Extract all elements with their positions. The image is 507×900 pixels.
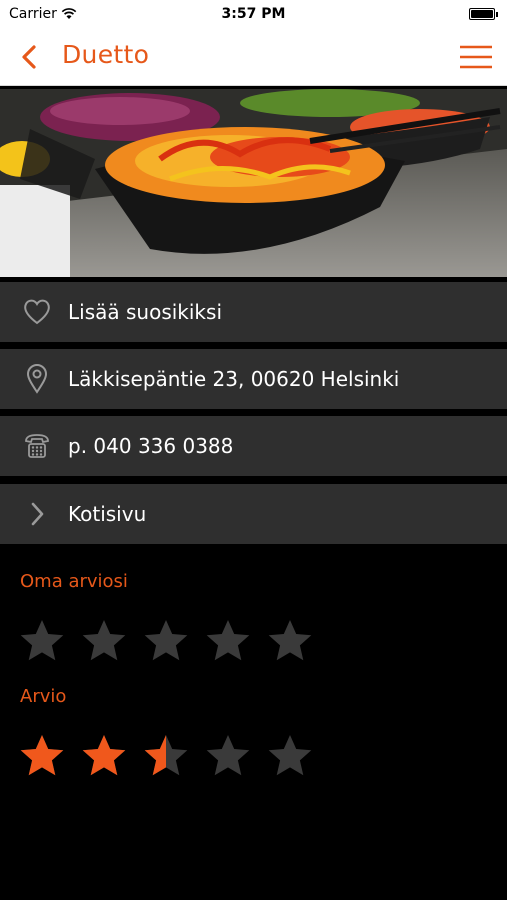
back-chevron-icon[interactable] (18, 42, 40, 72)
favorite-label: Lisää suosikiksi (68, 300, 222, 324)
star-icon[interactable] (18, 617, 66, 665)
star-icon[interactable] (266, 617, 314, 665)
star-icon (82, 735, 126, 776)
star-icon[interactable] (204, 617, 252, 665)
favorite-row[interactable]: Lisää suosikiksi (0, 282, 507, 342)
phone-row[interactable]: p. 040 336 0388 (0, 416, 507, 476)
own-rating-stars[interactable] (18, 617, 314, 665)
chevron-right-icon (22, 499, 52, 529)
average-rating-stars (18, 732, 314, 780)
address-row[interactable]: Läkkisepäntie 23, 00620 Helsinki (0, 349, 507, 409)
page-title: Duetto (62, 40, 150, 69)
star-icon (144, 735, 188, 776)
star-icon (206, 735, 250, 776)
rating-title: Arvio (20, 686, 67, 707)
navigation-bar: Duetto (0, 28, 507, 86)
hero-image (0, 89, 507, 277)
phone-label: p. 040 336 0388 (68, 434, 234, 458)
hamburger-menu-icon[interactable] (459, 44, 493, 70)
homepage-row[interactable]: Kotisivu (0, 484, 507, 544)
phone-icon (22, 431, 52, 461)
salad-image (0, 89, 507, 277)
status-bar: Carrier 3:57 PM (0, 0, 507, 28)
star-icon[interactable] (142, 617, 190, 665)
heart-icon (22, 297, 52, 327)
star-icon (20, 735, 64, 776)
address-label: Läkkisepäntie 23, 00620 Helsinki (68, 367, 400, 391)
homepage-label: Kotisivu (68, 502, 147, 526)
star-icon (268, 735, 312, 776)
star-icon[interactable] (80, 617, 128, 665)
location-pin-icon (22, 364, 52, 394)
own-rating-title: Oma arviosi (20, 571, 128, 592)
status-time: 3:57 PM (221, 6, 286, 22)
battery-icon (469, 8, 498, 20)
